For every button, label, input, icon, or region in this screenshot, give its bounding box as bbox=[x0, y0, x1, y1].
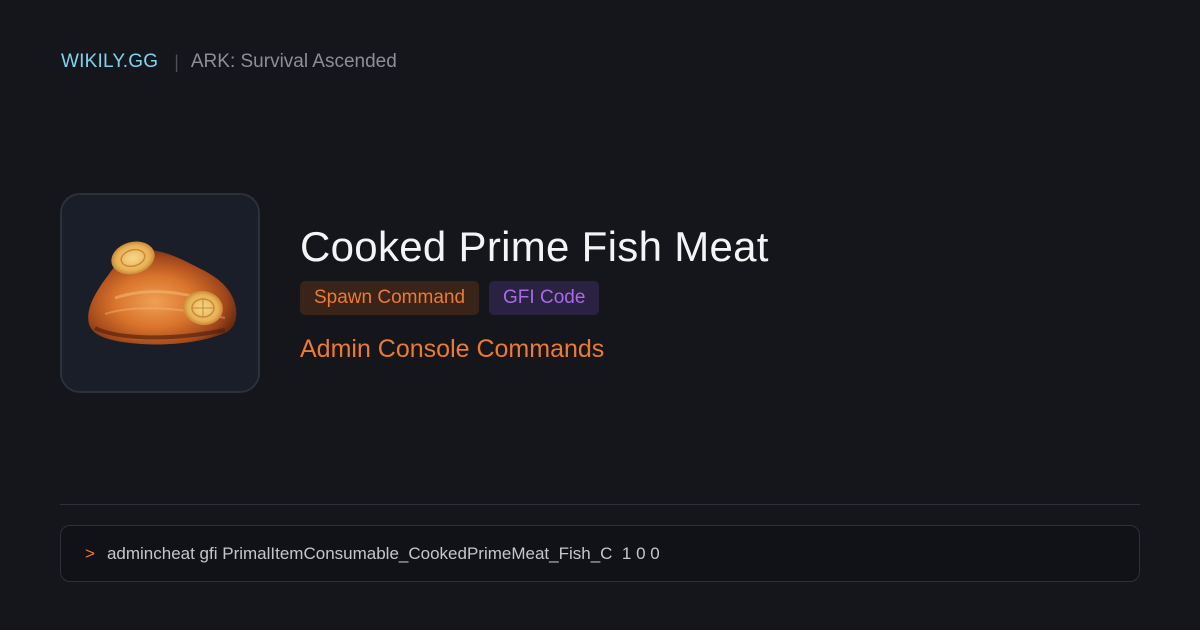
item-title: Cooked Prime Fish Meat bbox=[300, 223, 769, 270]
header-separator: | bbox=[174, 52, 179, 72]
tag-spawn-command: Spawn Command bbox=[300, 281, 480, 315]
page-subtitle: Admin Console Commands bbox=[300, 335, 605, 363]
brand-link[interactable]: WIKILY.GG bbox=[61, 50, 158, 74]
item-icon-frame bbox=[60, 193, 260, 393]
prompt-icon: > bbox=[85, 543, 95, 563]
tag-gfi-code: GFI Code bbox=[489, 281, 600, 315]
tag-list: Spawn Command GFI Code bbox=[300, 281, 600, 315]
command-box[interactable]: > admincheat gfi PrimalItemConsumable_Co… bbox=[60, 525, 1140, 582]
cooked-fish-meat-icon bbox=[88, 241, 237, 345]
game-name[interactable]: ARK: Survival Ascended bbox=[191, 50, 397, 74]
divider bbox=[60, 504, 1140, 505]
command-text[interactable]: admincheat gfi PrimalItemConsumable_Cook… bbox=[107, 544, 660, 564]
site-header: WIKILY.GG | ARK: Survival Ascended bbox=[61, 50, 397, 74]
